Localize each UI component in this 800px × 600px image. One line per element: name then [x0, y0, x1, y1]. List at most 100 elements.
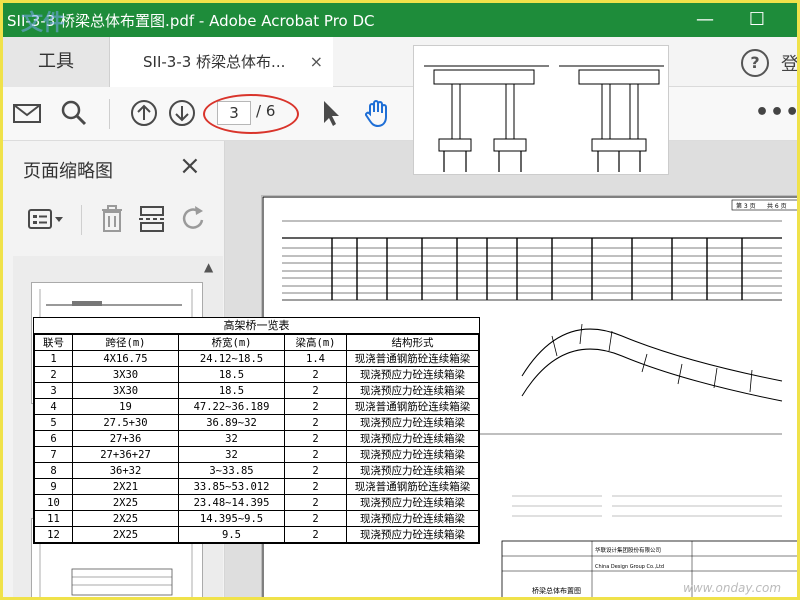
table-cell: 27+36	[72, 430, 179, 447]
cross-section-preview	[413, 45, 669, 175]
table-row: 4 19 47.22~36.189 2 现浇普通钢筋砼连续箱梁	[34, 398, 479, 415]
rotate-page-icon[interactable]	[179, 203, 209, 235]
sign-in-link[interactable]: 登	[781, 50, 797, 76]
table-cell: 现浇普通钢筋砼连续箱梁	[346, 398, 479, 415]
table-header-cell: 桥宽(m)	[178, 334, 285, 351]
table-cell: 现浇预应力砼连续箱梁	[346, 382, 479, 399]
tab-document-label: SII-3-3 桥梁总体布...	[143, 53, 286, 71]
more-options-icon[interactable]: •••	[755, 100, 797, 125]
table-cell: 3	[34, 382, 73, 399]
tab-tools[interactable]: 工具	[3, 37, 110, 87]
minimize-button[interactable]: —	[685, 7, 725, 33]
help-icon[interactable]: ?	[741, 49, 769, 77]
table-row: 7 27+36+27 32 2 现浇预应力砼连续箱梁	[34, 446, 479, 463]
table-cell: 现浇预应力砼连续箱梁	[346, 526, 479, 543]
table-cell: 2	[284, 478, 347, 495]
table-cell: 6	[34, 430, 73, 447]
table-cell: 8	[34, 462, 73, 479]
table-cell: 2X25	[72, 494, 179, 511]
table-cell: 2	[284, 462, 347, 479]
table-row: 1 4X16.75 24.12~18.5 1.4 现浇普通钢筋砼连续箱梁	[34, 350, 479, 367]
table-cell: 14.395~9.5	[178, 510, 285, 527]
table-cell: 9	[34, 478, 73, 495]
table-header-cell: 梁高(m)	[284, 334, 347, 351]
search-icon[interactable]	[58, 97, 90, 129]
sidebar-title: 页面缩略图	[23, 161, 113, 182]
table-cell: 19	[72, 398, 179, 415]
table-row: 9 2X21 33.85~53.012 2 现浇普通钢筋砼连续箱梁	[34, 478, 479, 495]
table-row: 11 2X25 14.395~9.5 2 现浇预应力砼连续箱梁	[34, 510, 479, 527]
tab-close-icon[interactable]: ×	[310, 37, 323, 87]
table-cell: 32	[178, 446, 285, 463]
highlight-ring	[203, 94, 299, 134]
table-cell: 1	[34, 350, 73, 367]
scroll-up-icon[interactable]: ▲	[204, 260, 213, 274]
sheet-number: 第 3 页	[736, 202, 756, 210]
table-row: 3 3X30 18.5 2 现浇预应力砼连续箱梁	[34, 382, 479, 399]
site-watermark: www.onday.com	[683, 581, 782, 595]
table-cell: 现浇预应力砼连续箱梁	[346, 510, 479, 527]
tab-document[interactable]: SII-3-3 桥梁总体布... ×	[110, 37, 333, 87]
next-page-icon[interactable]	[166, 97, 198, 129]
table-cell: 3X30	[72, 366, 179, 383]
table-cell: 27+36+27	[72, 446, 179, 463]
table-cell: 11	[34, 510, 73, 527]
table-cell: 5	[34, 414, 73, 431]
table-cell: 36.89~32	[178, 414, 285, 431]
table-cell: 2	[284, 382, 347, 399]
table-row: 10 2X25 23.48~14.395 2 现浇预应力砼连续箱梁	[34, 494, 479, 511]
table-cell: 现浇普通钢筋砼连续箱梁	[346, 478, 479, 495]
sidebar-close-icon[interactable]: ×	[179, 151, 201, 181]
table-header-row: 联号 跨径(m) 桥宽(m) 梁高(m) 结构形式	[34, 334, 479, 351]
table-cell: 现浇预应力砼连续箱梁	[346, 446, 479, 463]
table-cell: 18.5	[178, 366, 285, 383]
table-cell: 4	[34, 398, 73, 415]
table-cell: 32	[178, 430, 285, 447]
table-cell: 2	[284, 414, 347, 431]
table-row: 6 27+36 32 2 现浇预应力砼连续箱梁	[34, 430, 479, 447]
table-cell: 4X16.75	[72, 350, 179, 367]
table-cell: 2X25	[72, 510, 179, 527]
sidebar-toolbar	[3, 199, 225, 243]
bridge-summary-table: 高架桥一览表 联号 跨径(m) 桥宽(m) 梁高(m) 结构形式 1 4X16.75 24.…	[33, 317, 480, 544]
table-header-cell: 跨径(m)	[72, 334, 179, 351]
table-cell: 现浇预应力砼连续箱梁	[346, 494, 479, 511]
drawing-title: 桥梁总体布置图	[532, 586, 581, 595]
table-caption: 高架桥一览表	[34, 318, 479, 334]
email-icon[interactable]	[11, 97, 43, 129]
company-name-en: China Design Group Co.,Ltd	[595, 564, 664, 570]
table-cell: 27.5+30	[72, 414, 179, 431]
table-cell: 2	[284, 430, 347, 447]
table-cell: 12	[34, 526, 73, 543]
table-cell: 2	[284, 366, 347, 383]
company-name-cn: 华联设计集团股份有限公司	[595, 546, 661, 554]
table-row: 8 36+32 3~33.85 2 现浇预应力砼连续箱梁	[34, 462, 479, 479]
watermark-logo: 文件	[21, 11, 66, 36]
delete-page-icon[interactable]	[97, 203, 127, 235]
table-cell: 2	[284, 526, 347, 543]
table-cell: 10	[34, 494, 73, 511]
sheet-total: 共 6 页	[767, 202, 787, 210]
table-cell: 2	[34, 366, 73, 383]
tab-bar: 工具 SII-3-3 桥梁总体布... × ? 登	[3, 37, 797, 87]
table-cell: 33.85~53.012	[178, 478, 285, 495]
table-cell: 现浇预应力砼连续箱梁	[346, 430, 479, 447]
select-cursor-icon[interactable]	[315, 97, 347, 129]
sidebar-divider	[81, 205, 82, 235]
table-cell: 7	[34, 446, 73, 463]
thumbnail-options-icon[interactable]	[27, 205, 67, 235]
table-cell: 2X21	[72, 478, 179, 495]
table-cell: 2X25	[72, 526, 179, 543]
previous-page-icon[interactable]	[128, 97, 160, 129]
hand-tool-icon[interactable]	[361, 97, 393, 129]
table-cell: 1.4	[284, 350, 347, 367]
table-header-cell: 联号	[34, 334, 73, 351]
table-cell: 2	[284, 398, 347, 415]
table-cell: 2	[284, 494, 347, 511]
table-row: 5 27.5+30 36.89~32 2 现浇预应力砼连续箱梁	[34, 414, 479, 431]
toolbar: 3 / 6 •••	[3, 87, 797, 141]
maximize-button[interactable]: ☐	[737, 7, 777, 33]
table-row: 2 3X30 18.5 2 现浇预应力砼连续箱梁	[34, 366, 479, 383]
extract-page-icon[interactable]	[137, 203, 167, 235]
toolbar-divider	[109, 99, 110, 129]
